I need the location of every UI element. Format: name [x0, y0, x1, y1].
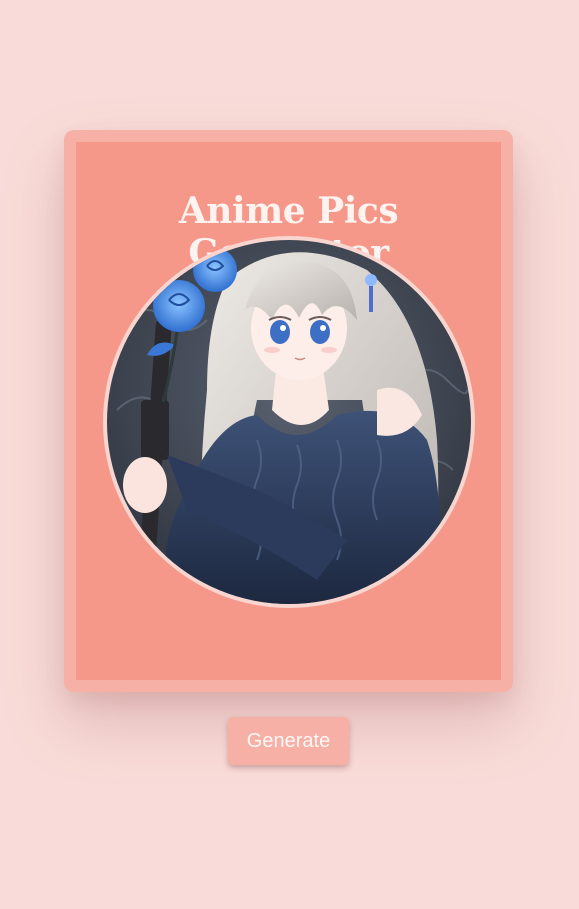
generate-button[interactable]: Generate	[228, 717, 349, 765]
anime-portrait-image	[107, 240, 471, 604]
image-card-inner: Anime Pics Generator	[76, 142, 501, 680]
page: Anime Pics Generator	[0, 0, 579, 909]
portrait-frame	[103, 236, 475, 608]
image-card: Anime Pics Generator	[64, 130, 513, 692]
